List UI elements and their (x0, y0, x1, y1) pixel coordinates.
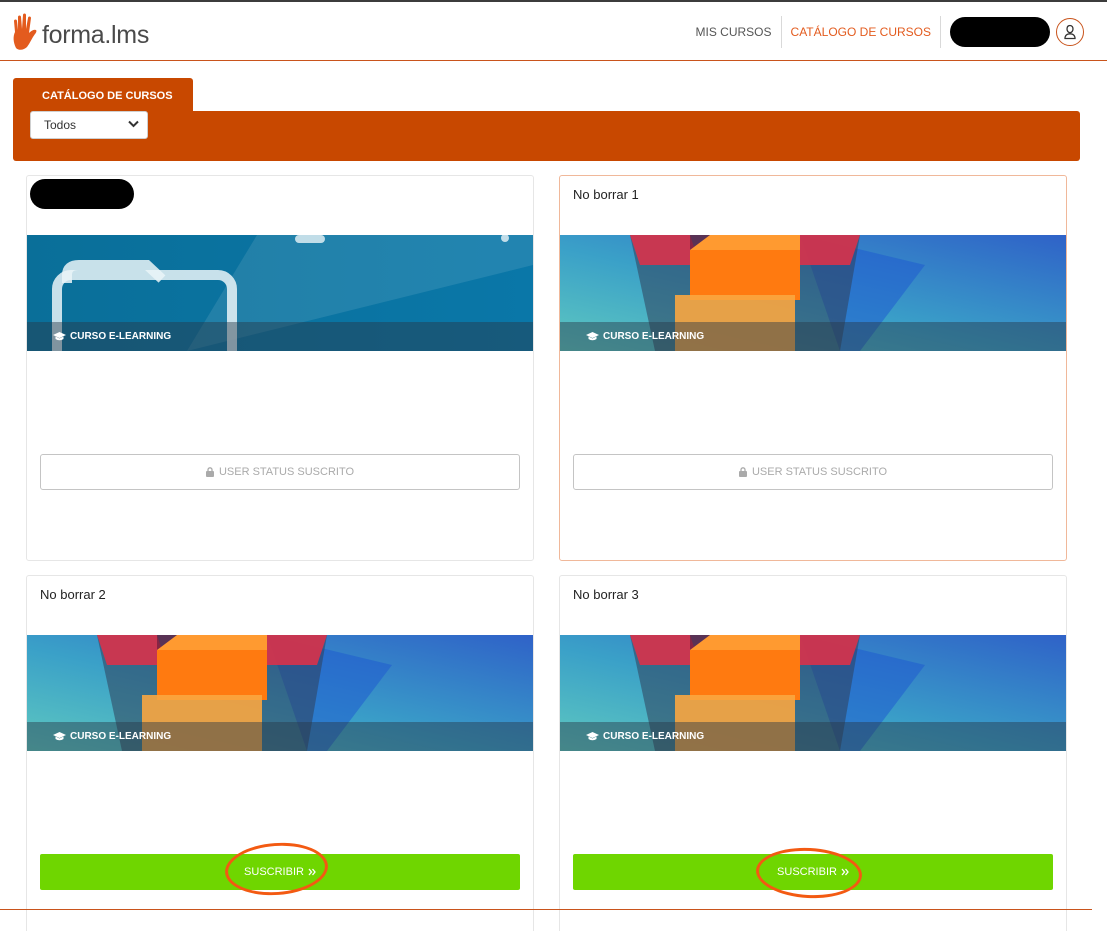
course-type-strip: CURSO E-LEARNING (27, 722, 533, 751)
course-type-strip: CURSO E-LEARNING (560, 322, 1066, 351)
category-filter-select[interactable]: Todos (30, 111, 148, 139)
chevron-down-icon (128, 120, 139, 128)
logo[interactable]: forma.lms (10, 10, 149, 52)
lock-icon (205, 467, 214, 477)
bottom-rule (0, 909, 1092, 910)
course-type-label: CURSO E-LEARNING (603, 331, 705, 342)
double-chevron-right-icon (308, 868, 316, 876)
course-image[interactable]: CURSO E-LEARNING (560, 235, 1066, 351)
user-status-button[interactable]: USER STATUS SUSCRITO (573, 454, 1053, 490)
graduation-cap-icon (586, 331, 599, 340)
logo-text: forma.lms (42, 21, 150, 49)
subscribe-button[interactable]: SUSCRIBIR (573, 854, 1053, 890)
course-type-label: CURSO E-LEARNING (603, 731, 705, 742)
category-filter-value: Todos (44, 118, 77, 132)
course-card: No borrar 3 CURSO E-LEARNING SUSCRIBIR (559, 575, 1067, 931)
nav-catalogo-cursos[interactable]: CATÁLOGO DE CURSOS (782, 16, 940, 48)
course-title[interactable]: No borrar 2 (40, 587, 106, 602)
course-image[interactable]: CURSO E-LEARNING (560, 635, 1066, 751)
top-nav: MIS CURSOS CATÁLOGO DE CURSOS (687, 2, 1107, 61)
graduation-cap-icon (586, 731, 599, 740)
lock-icon (738, 467, 747, 477)
course-title[interactable]: No borrar 3 (573, 587, 639, 602)
user-outline-icon[interactable] (1056, 17, 1084, 46)
nav-separator (940, 15, 941, 48)
course-card: No borrar 1 CURSO E-LEARNING USER STATUS… (559, 175, 1067, 561)
graduation-cap-icon (53, 731, 66, 740)
user-status-button[interactable]: USER STATUS SUSCRITO (40, 454, 520, 490)
subscribe-label: SUSCRIBIR (777, 866, 837, 878)
course-title[interactable]: No borrar 1 (573, 187, 639, 202)
nav-mis-cursos[interactable]: MIS CURSOS (687, 16, 781, 48)
course-type-strip: CURSO E-LEARNING (27, 322, 533, 351)
user-status-label: USER STATUS SUSCRITO (218, 466, 355, 478)
tab-catalogo-cursos[interactable]: CATÁLOGO DE CURSOS (13, 78, 193, 112)
graduation-cap-icon (53, 331, 66, 340)
course-type-strip: CURSO E-LEARNING (560, 722, 1066, 751)
subscribe-button[interactable]: SUSCRIBIR (40, 854, 520, 890)
course-type-label: CURSO E-LEARNING (70, 331, 172, 342)
catalog-banner: Todos (13, 111, 1080, 161)
user-status-label: USER STATUS SUSCRITO (751, 466, 888, 478)
user-name-redacted[interactable] (950, 16, 1050, 47)
double-chevron-right-icon (841, 868, 849, 876)
subscribe-label: SUSCRIBIR (244, 866, 304, 878)
course-type-label: CURSO E-LEARNING (70, 731, 172, 742)
course-image[interactable]: CURSO E-LEARNING (27, 235, 533, 351)
course-title-redacted (30, 179, 134, 209)
course-card: CURSO E-LEARNING USER STATUS SUSCRITO (26, 175, 534, 561)
course-image[interactable]: CURSO E-LEARNING (27, 635, 533, 751)
hand-logo-icon (13, 13, 37, 50)
header: forma.lms MIS CURSOS CATÁLOGO DE CURSOS (0, 2, 1107, 61)
course-card: No borrar 2 CURSO E-LEARNING SUSCRIBIR (26, 575, 534, 931)
